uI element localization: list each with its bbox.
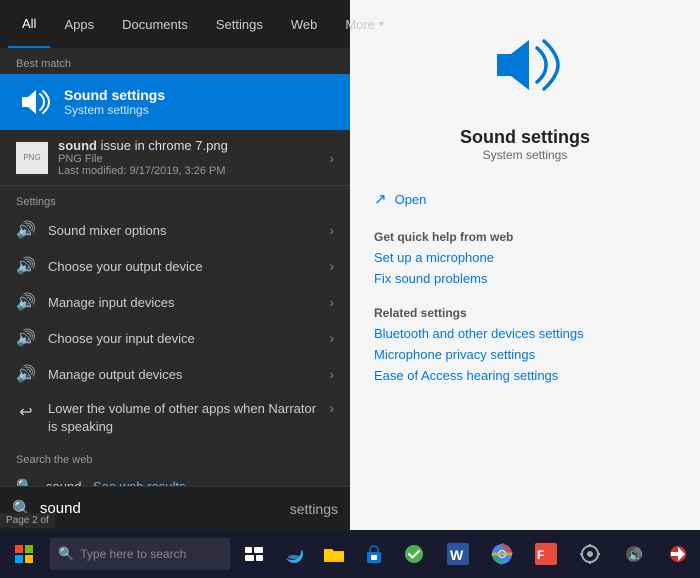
taskbar-icons — [234, 530, 434, 578]
file-thumbnail: PNG — [16, 142, 48, 174]
audio-button[interactable]: 🔊 — [612, 530, 656, 578]
search-placeholder-hint: settings — [290, 501, 338, 517]
right-title: Sound settings — [374, 127, 676, 148]
start-menu: All Apps Documents Settings Web More ▾ F… — [0, 0, 700, 530]
right-subtitle: System settings — [374, 148, 676, 162]
right-panel: Sound settings System settings ↗ Open Ge… — [350, 0, 700, 530]
arrow-icon-2: › — [329, 294, 334, 310]
settings-item-0[interactable]: 🔊 Sound mixer options › — [0, 212, 350, 248]
best-match-label: Best match — [0, 48, 350, 74]
bluetooth-devices-link[interactable]: Bluetooth and other devices settings — [374, 326, 676, 341]
svg-text:W: W — [450, 547, 464, 563]
tab-web[interactable]: Web — [277, 0, 332, 48]
edge-button[interactable] — [274, 530, 314, 578]
settings-taskbar-button[interactable] — [568, 530, 612, 578]
windows-logo-icon — [15, 545, 33, 563]
quick-help-title: Get quick help from web — [374, 230, 676, 244]
tab-apps[interactable]: Apps — [50, 0, 108, 48]
arrow-icon-4: › — [329, 366, 334, 382]
page-indicator: Page 2 of — [0, 513, 55, 528]
file-modified: Last modified: 9/17/2019, 3:26 PM — [58, 165, 319, 177]
settings-item-label-3: Choose your input device — [48, 331, 317, 346]
settings-item-label-2: Manage input devices — [48, 295, 317, 310]
settings-item-label-1: Choose your output device — [48, 259, 317, 274]
taskbar-right: W F 🔊 — [436, 530, 700, 578]
settings-item-5[interactable]: ↩ Lower the volume of other apps when Na… — [0, 392, 350, 444]
task-view-button[interactable] — [234, 530, 274, 578]
settings-item-label-0: Sound mixer options — [48, 223, 317, 238]
setup-microphone-link[interactable]: Set up a microphone — [374, 250, 676, 265]
open-icon: ↗ — [374, 190, 387, 208]
svg-text:🔊: 🔊 — [628, 547, 643, 562]
word-button[interactable]: W — [436, 530, 480, 578]
store-button[interactable] — [354, 530, 394, 578]
chrome-button[interactable] — [480, 530, 524, 578]
file-result[interactable]: PNG sound issue in chrome 7.png PNG File… — [0, 130, 350, 186]
checkmark-button[interactable] — [394, 530, 434, 578]
settings-item-2[interactable]: 🔊 Manage input devices › — [0, 284, 350, 320]
arrow-icon-5: › — [329, 400, 334, 416]
file-name: sound issue in chrome 7.png — [58, 138, 319, 153]
manage-input-icon: 🔊 — [16, 292, 36, 312]
tab-all[interactable]: All — [8, 0, 50, 48]
file-type: PNG File — [58, 153, 319, 165]
sound-mixer-icon: 🔊 — [16, 220, 36, 240]
sound-icon — [16, 84, 52, 120]
best-match-subtitle: System settings — [64, 103, 334, 117]
open-button[interactable]: ↗ Open — [374, 182, 676, 216]
output-devices-icon: 🔊 — [16, 364, 36, 384]
settings-item-3[interactable]: 🔊 Choose your input device › — [0, 320, 350, 356]
settings-item-label-4: Manage output devices — [48, 367, 317, 382]
start-button[interactable] — [0, 530, 48, 578]
sound-settings-icon — [374, 30, 676, 115]
tab-documents[interactable]: Documents — [108, 0, 202, 48]
file-arrow-icon: › — [329, 150, 334, 166]
fix-sound-link[interactable]: Fix sound problems — [374, 271, 676, 286]
foxit-button[interactable]: F — [524, 530, 568, 578]
web-search-text: sound · See web results — [46, 479, 185, 486]
output-device-icon: 🔊 — [16, 256, 36, 276]
search-input[interactable] — [40, 500, 282, 517]
tab-more[interactable]: More ▾ — [331, 0, 398, 48]
settings-item-label-5: Lower the volume of other apps when Narr… — [48, 400, 317, 436]
settings-item-4[interactable]: 🔊 Manage output devices › — [0, 356, 350, 392]
taskbar-search-icon: 🔍 — [58, 546, 74, 562]
web-arrow-icon: › — [329, 479, 334, 486]
best-match-title: Sound settings — [64, 87, 334, 103]
related-settings-title: Related settings — [374, 306, 676, 320]
input-device-icon: 🔊 — [16, 328, 36, 348]
left-panel: All Apps Documents Settings Web More ▾ F… — [0, 0, 350, 530]
taskbar: 🔍 Type here to search W F — [0, 530, 700, 578]
ease-of-access-link[interactable]: Ease of Access hearing settings — [374, 368, 676, 383]
search-web-icon: 🔍 — [16, 478, 36, 486]
arrow-icon-0: › — [329, 222, 334, 238]
svg-text:F: F — [537, 548, 544, 562]
settings-item-1[interactable]: 🔊 Choose your output device › — [0, 248, 350, 284]
web-section-label: Search the web — [0, 444, 350, 470]
best-match-item[interactable]: Sound settings System settings — [0, 74, 350, 130]
narrator-icon: ↩ — [16, 402, 36, 422]
microphone-privacy-link[interactable]: Microphone privacy settings — [374, 347, 676, 362]
settings-section-label: Settings — [0, 186, 350, 212]
nav-tabs: All Apps Documents Settings Web More ▾ F… — [0, 0, 350, 48]
arrow-icon-3: › — [329, 330, 334, 346]
red-arrow-button[interactable] — [656, 530, 700, 578]
results-area: Best match Sound settings System setting… — [0, 48, 350, 486]
tab-settings[interactable]: Settings — [202, 0, 277, 48]
taskbar-search-box[interactable]: 🔍 Type here to search — [50, 538, 230, 570]
web-search-item[interactable]: 🔍 sound · See web results › — [0, 470, 350, 486]
arrow-icon-1: › — [329, 258, 334, 274]
folder-button[interactable] — [314, 530, 354, 578]
